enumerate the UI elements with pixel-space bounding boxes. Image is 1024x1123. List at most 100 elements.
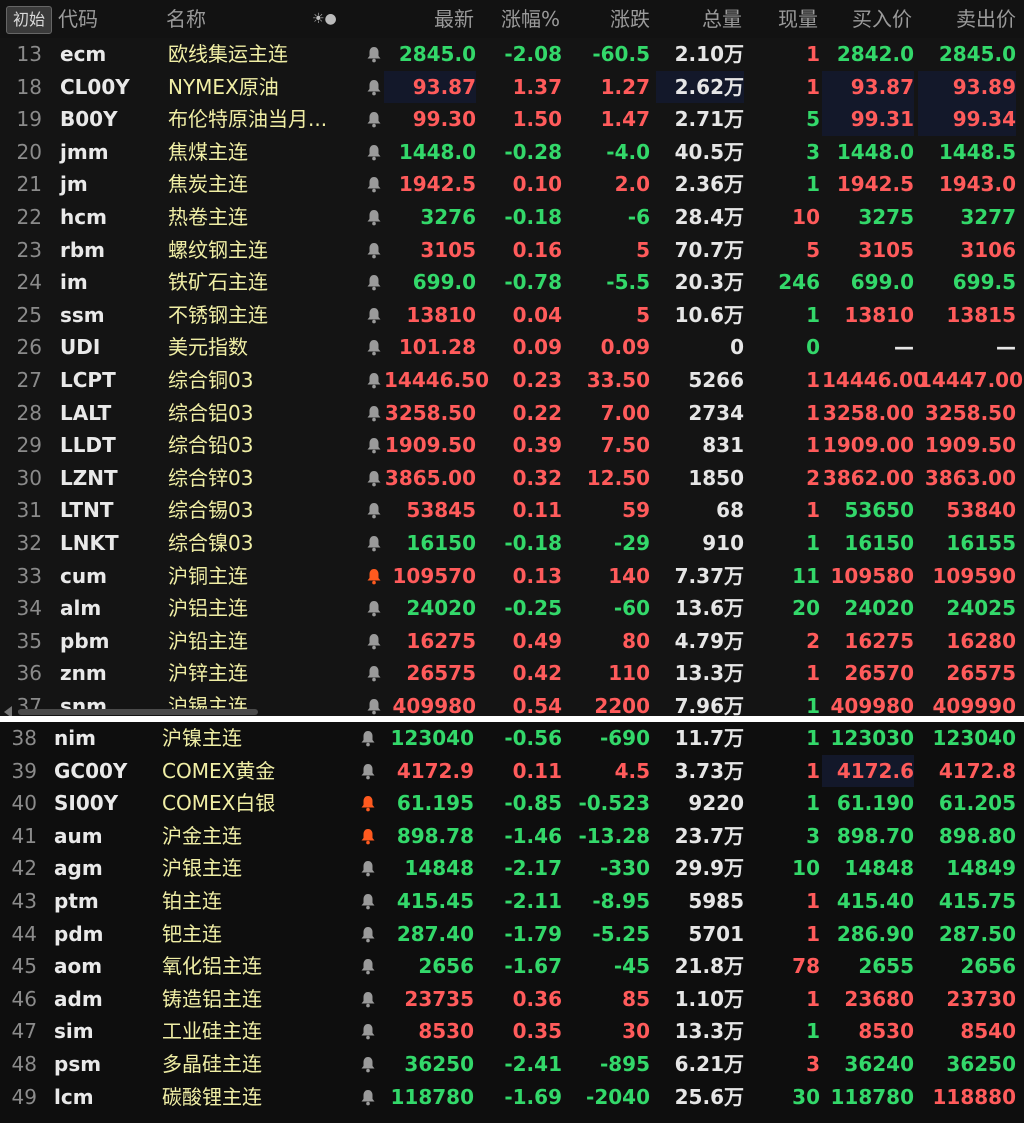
- alert-bell-icon[interactable]: [358, 722, 378, 755]
- table-row[interactable]: 25 ssm 不锈钢主连 13810 0.04 5 10.6万 1 13810 13815: [0, 299, 1024, 332]
- table-row[interactable]: 41 aum 沪金主连 898.78 -1.46 -13.28 23.7万 3 898.70 89…: [0, 820, 1024, 853]
- table-row[interactable]: 42 agm 沪银主连 14848 -2.17 -330 29.9万 10 14848 14849: [0, 852, 1024, 885]
- table-row[interactable]: 19 B00Y 布伦特原油当月... 99.30 1.50 1.47 2.71万 5 99.31…: [0, 103, 1024, 136]
- table-row[interactable]: 30 LZNT 综合锌03 3865.00 0.32 12.50 1850 2 3862.00 3…: [0, 462, 1024, 495]
- alert-bell-icon[interactable]: [364, 494, 384, 527]
- header-latest[interactable]: 最新: [400, 0, 474, 38]
- current-volume: 1: [806, 367, 820, 392]
- header-name[interactable]: 名称: [166, 0, 206, 38]
- alert-bell-icon[interactable]: [358, 755, 378, 788]
- alert-bell-icon[interactable]: [364, 168, 384, 201]
- header-ask[interactable]: 卖出价: [920, 0, 1016, 38]
- table-row[interactable]: 31 LTNT 综合锡03 53845 0.11 59 68 1 53650 53840: [0, 494, 1024, 527]
- alert-bell-icon[interactable]: [364, 462, 384, 495]
- table-row[interactable]: 35 pbm 沪铅主连 16275 0.49 80 4.79万 2 16275 16280: [0, 625, 1024, 658]
- alert-bell-icon[interactable]: [358, 852, 378, 885]
- alert-bell-icon[interactable]: [364, 299, 384, 332]
- bid-price: —: [894, 335, 914, 360]
- alert-bell-icon[interactable]: [358, 983, 378, 1016]
- latest-price: 1448.0: [398, 139, 476, 164]
- alert-bell-icon[interactable]: [364, 592, 384, 625]
- change-amount: -60.5: [592, 42, 650, 66]
- table-row[interactable]: 28 LALT 综合铝03 3258.50 0.22 7.00 2734 1 3258.00 32…: [0, 397, 1024, 430]
- alert-bell-icon[interactable]: [364, 103, 384, 136]
- table-row[interactable]: 45 aom 氧化铝主连 2656 -1.67 -45 21.8万 78 2655 2656: [0, 950, 1024, 983]
- alert-bell-icon[interactable]: [364, 657, 384, 690]
- table-row[interactable]: 20 jmm 焦煤主连 1448.0 -0.28 -4.0 40.5万 3 1448.0 1448…: [0, 136, 1024, 169]
- symbol-name: 美元指数: [168, 335, 248, 360]
- total-volume: 1.10万: [674, 986, 744, 1011]
- change-amount: -330: [599, 856, 650, 881]
- ask-price: 99.34: [918, 103, 1016, 136]
- alert-bell-icon[interactable]: [358, 1081, 378, 1114]
- alert-bell-icon[interactable]: [364, 266, 384, 299]
- alert-bell-icon[interactable]: [364, 527, 384, 560]
- header-volume[interactable]: 总量: [660, 0, 742, 38]
- symbol-code: jm: [60, 172, 88, 197]
- change-amount: 5: [636, 237, 650, 262]
- alert-bell-icon[interactable]: [364, 625, 384, 658]
- table-row[interactable]: 32 LNKT 综合镍03 16150 -0.18 -29 910 1 16150 16155: [0, 527, 1024, 560]
- alert-bell-icon[interactable]: [364, 38, 384, 71]
- change-percent: 0.49: [512, 628, 562, 653]
- header-pct[interactable]: 涨幅%: [480, 0, 560, 38]
- table-row[interactable]: 36 znm 沪锌主连 26575 0.42 110 13.3万 1 26570 26575: [0, 657, 1024, 690]
- current-volume: 10: [792, 204, 820, 229]
- header-code[interactable]: 代码: [58, 0, 98, 38]
- alert-bell-icon[interactable]: [364, 429, 384, 462]
- row-index: 47: [11, 1019, 37, 1044]
- table-row[interactable]: 40 SI00Y COMEX白银 61.195 -0.85 -0.523 9220 1 61.1…: [0, 787, 1024, 820]
- theme-toggle-icon[interactable]: ☀●: [312, 0, 337, 38]
- table-row[interactable]: 27 LCPT 综合铜03 14446.50 0.23 33.50 5266 1 14446.0…: [0, 364, 1024, 397]
- table-row[interactable]: 34 alm 沪铝主连 24020 -0.25 -60 13.6万 20 24020 24025: [0, 592, 1024, 625]
- header-chg[interactable]: 涨跌: [570, 0, 650, 38]
- table-row[interactable]: 13 ecm 欧线集运主连 2845.0 -2.08 -60.5 2.10万 1 2842.0 2…: [0, 38, 1024, 71]
- alert-bell-icon[interactable]: [358, 885, 378, 918]
- change-amount: 140: [608, 563, 650, 588]
- table-row[interactable]: 44 pdm 钯主连 287.40 -1.79 -5.25 5701 1 286.90 287.5…: [0, 918, 1024, 951]
- table-row[interactable]: 47 sim 工业硅主连 8530 0.35 30 13.3万 1 8530 8540: [0, 1015, 1024, 1048]
- header-current-volume[interactable]: 现量: [750, 0, 818, 38]
- table-row[interactable]: 48 psm 多晶硅主连 36250 -2.41 -895 6.21万 3 36240 36250: [0, 1048, 1024, 1081]
- table-row[interactable]: 49 lcm 碳酸锂主连 118780 -1.69 -2040 25.6万 30 118780 1…: [0, 1081, 1024, 1114]
- table-row[interactable]: 21 jm 焦炭主连 1942.5 0.10 2.0 2.36万 1 1942.5 1943.0: [0, 168, 1024, 201]
- change-amount: 1.47: [600, 107, 650, 132]
- alert-bell-icon[interactable]: [364, 71, 384, 104]
- alert-bell-icon[interactable]: [358, 1048, 378, 1081]
- alert-bell-active-icon[interactable]: [358, 787, 378, 820]
- ask-price: 1943.0: [938, 172, 1016, 197]
- table-row[interactable]: 33 cum 沪铜主连 109570 0.13 140 7.37万 11 109580 10959…: [0, 560, 1024, 593]
- alert-bell-active-icon[interactable]: [358, 820, 378, 853]
- ask-price: 16280: [946, 628, 1016, 653]
- table-row[interactable]: 43 ptm 铂主连 415.45 -2.11 -8.95 5985 1 415.40 415.7…: [0, 885, 1024, 918]
- table-row[interactable]: 39 GC00Y COMEX黄金 4172.9 0.11 4.5 3.73万 1 4172.6 4…: [0, 754, 1024, 788]
- header-bid[interactable]: 买入价: [820, 0, 912, 38]
- change-amount: -60: [613, 596, 650, 621]
- alert-bell-active-icon[interactable]: [364, 560, 384, 593]
- alert-bell-icon[interactable]: [358, 918, 378, 951]
- change-amount: 2.0: [614, 172, 650, 197]
- table-row[interactable]: 38 nim 沪镍主连 123040 -0.56 -690 11.7万 1 123030 1230…: [0, 722, 1024, 755]
- start-button[interactable]: 初始: [6, 6, 52, 34]
- horizontal-scrollbar[interactable]: [18, 709, 258, 715]
- alert-bell-icon[interactable]: [364, 397, 384, 430]
- alert-bell-icon[interactable]: [364, 136, 384, 169]
- alert-bell-icon[interactable]: [364, 234, 384, 267]
- table-row[interactable]: 23 rbm 螺纹钢主连 3105 0.16 5 70.7万 5 3105 3106: [0, 234, 1024, 267]
- current-volume: 2: [806, 628, 820, 653]
- table-row[interactable]: 24 im 铁矿石主连 699.0 -0.78 -5.5 20.3万 246 699.0 699.…: [0, 266, 1024, 299]
- alert-bell-icon[interactable]: [358, 950, 378, 983]
- current-volume: 246: [778, 270, 820, 295]
- change-percent: 1.50: [512, 107, 562, 132]
- table-row[interactable]: 18 CL00Y NYMEX原油 93.87 1.37 1.27 2.62万 1 93.87 93…: [0, 70, 1024, 104]
- ask-price: 123040: [932, 726, 1017, 750]
- table-row[interactable]: 29 LLDT 综合铅03 1909.50 0.39 7.50 831 1 1909.00 190…: [0, 429, 1024, 462]
- table-row[interactable]: 22 hcm 热卷主连 3276 -0.18 -6 28.4万 10 3275 3277: [0, 201, 1024, 234]
- alert-bell-icon[interactable]: [364, 364, 384, 397]
- table-row[interactable]: 46 adm 铸造铝主连 23735 0.36 85 1.10万 1 23680 23730: [0, 983, 1024, 1016]
- alert-bell-icon[interactable]: [358, 1015, 378, 1048]
- table-row[interactable]: 26 UDI 美元指数 101.28 0.09 0.09 0 0 — —: [0, 331, 1024, 364]
- alert-bell-icon[interactable]: [364, 201, 384, 234]
- latest-price: 14848: [404, 856, 474, 881]
- alert-bell-icon[interactable]: [364, 331, 384, 364]
